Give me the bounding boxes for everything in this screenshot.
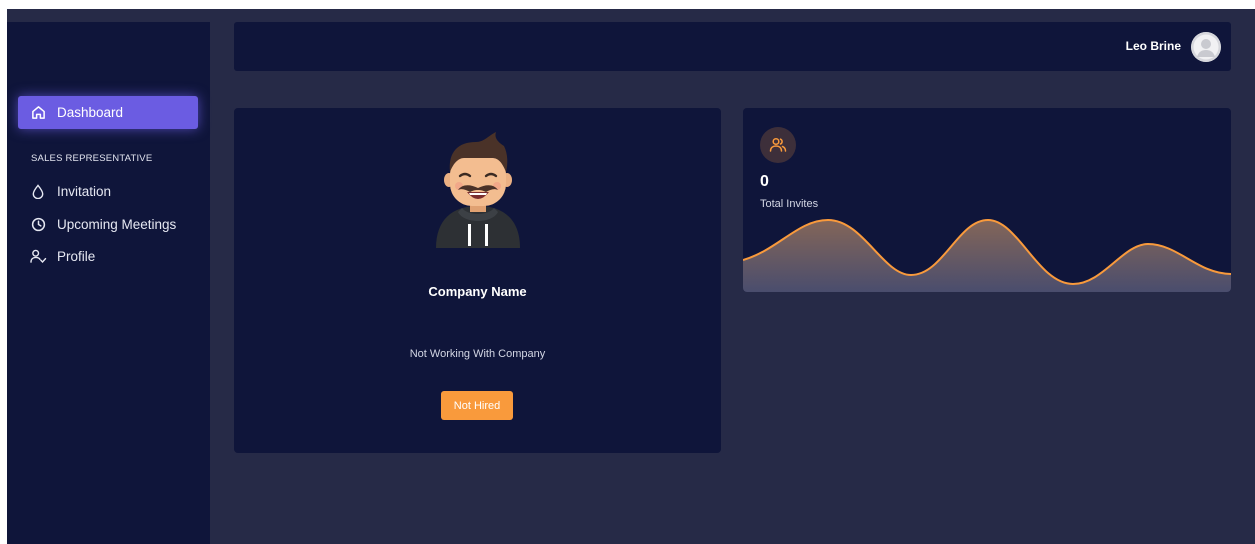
company-name: Company Name [428, 284, 527, 299]
sidebar-section-title: SALES REPRESENTATIVE [31, 153, 153, 164]
not-hired-button[interactable]: Not Hired [441, 391, 513, 420]
total-invites-card: 0 Total Invites [743, 108, 1231, 292]
company-status: Not Working With Company [409, 348, 546, 360]
user-avatar-icon[interactable] [1191, 32, 1221, 62]
top-bar: Leo Brine [234, 22, 1231, 71]
sidebar-item-profile[interactable]: Profile [18, 240, 198, 273]
user-check-icon [29, 248, 47, 266]
home-icon [29, 104, 47, 122]
clock-icon [29, 216, 47, 234]
app-frame: Dashboard SALES REPRESENTATIVE Invitatio… [7, 9, 1255, 544]
sidebar-item-invitation[interactable]: Invitation [18, 175, 198, 208]
users-icon [760, 127, 796, 163]
sidebar-item-dashboard[interactable]: Dashboard [18, 96, 198, 129]
sidebar-item-label: Upcoming Meetings [57, 217, 177, 232]
sidebar-item-upcoming-meetings[interactable]: Upcoming Meetings [18, 208, 198, 241]
sidebar-item-label: Profile [57, 249, 96, 264]
invites-wave-graphic [743, 218, 1231, 292]
sidebar: Dashboard SALES REPRESENTATIVE Invitatio… [7, 22, 210, 544]
total-invites-value: 0 [760, 173, 769, 190]
company-card: Company Name Not Working With Company No… [234, 108, 721, 453]
sidebar-item-label: Dashboard [57, 105, 124, 120]
user-name[interactable]: Leo Brine [1126, 39, 1181, 53]
sidebar-item-label: Invitation [57, 184, 112, 199]
drop-icon [29, 183, 47, 201]
cartoon-man-avatar-icon [430, 128, 526, 250]
